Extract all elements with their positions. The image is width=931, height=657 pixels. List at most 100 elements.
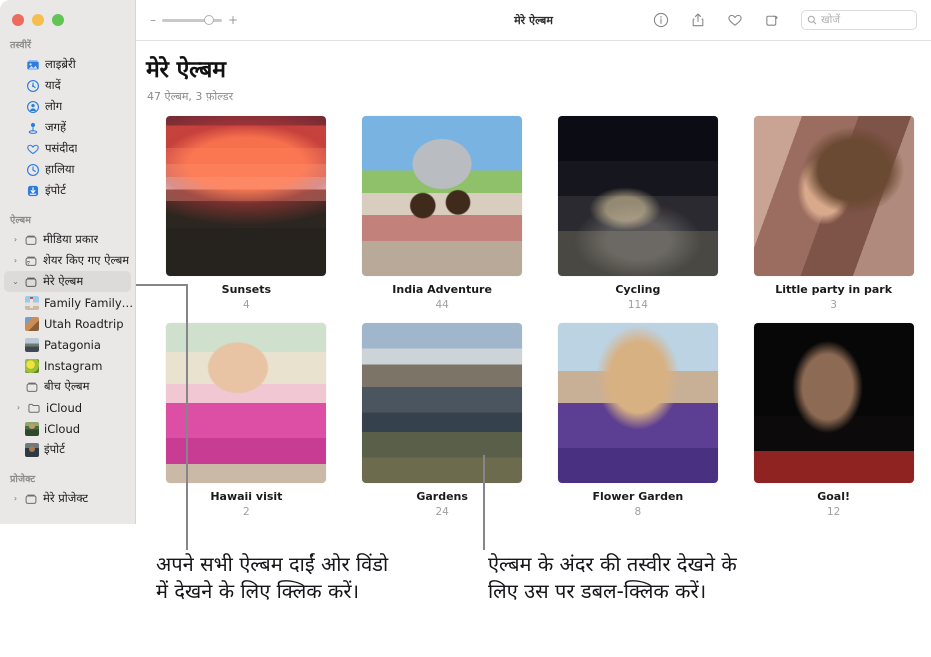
album-cell[interactable]: Gardens 24 [359,323,526,518]
leader-line-vertical-sidebar [186,284,188,550]
chevron-right-icon[interactable]: › [13,403,24,412]
sidebar-item-label: हालिया [45,162,75,176]
album-cell[interactable]: Cycling 114 [555,116,722,311]
sidebar-item-label: बीच ऐल्बम [44,379,90,393]
content-area: मेरे ऐल्बम 47 ऐल्बम, 3 फ़ोल्डर Sunsets 4… [137,41,931,524]
album-box-icon [21,233,40,247]
thumbnail-size-slider[interactable]: – + [150,14,238,26]
search-input[interactable]: खोजें [801,10,917,30]
sidebar-item-label: शेयर किए गए ऐल्बम [43,253,130,267]
album-thumbnail[interactable] [166,116,327,276]
sidebar-item-label: मेरे प्रोजेक्ट [43,491,89,505]
album-count: 114 [627,299,648,311]
memories-icon [23,79,42,93]
album-box-icon [21,275,40,289]
album-name: Flower Garden [592,490,684,503]
rotate-icon[interactable] [764,12,780,28]
album-count: 3 [830,299,837,311]
leader-line-vertical-thumbnail [483,455,485,550]
album-box-icon [22,380,41,394]
sidebar-item-places[interactable]: जगहें [0,117,135,138]
album-thumbnail[interactable] [557,116,718,276]
close-button[interactable] [12,14,24,26]
album-grid: Sunsets 4 India Adventure 44 Cycling 114… [163,116,917,518]
album-name: Sunsets [221,283,272,296]
sidebar-item-my-albums[interactable]: ⌄ मेरे ऐल्बम [4,271,131,292]
album-thumbnail[interactable] [362,323,523,483]
album-thumbnail[interactable] [753,116,914,276]
sidebar-item-people[interactable]: लोग [0,96,135,117]
favorite-heart-icon[interactable] [727,12,743,28]
album-cell[interactable]: Goal! 12 [750,323,917,518]
sidebar-item-family-family[interactable]: Family Family… [0,292,135,313]
album-box-icon [21,492,40,506]
sidebar-item-label: इंपोर्ट [44,442,65,456]
share-icon[interactable] [690,12,706,28]
album-cell[interactable]: Sunsets 4 [163,116,330,311]
sidebar-item-instagram[interactable]: Instagram [0,355,135,376]
sidebar-section-albums-header: ऐल्बम [10,215,32,226]
sidebar-item-label: iCloud [44,421,81,436]
sidebar-item-label: लाइब्रेरी [45,57,76,71]
album-cell[interactable]: India Adventure 44 [359,116,526,311]
chevron-right-icon[interactable]: › [10,256,21,265]
album-cell[interactable]: Flower Garden 8 [555,323,722,518]
album-name: Gardens [416,490,468,503]
zoom-in-icon[interactable]: + [228,14,238,26]
album-name: Hawaii visit [210,490,283,503]
recents-clock-icon [23,163,42,177]
sidebar-item-library[interactable]: लाइब्रेरी [0,54,135,75]
sidebar-item-shared-albums[interactable]: › शेयर किए गए ऐल्बम [0,250,135,271]
sidebar-item-label: मीडिया प्रकार [43,232,99,246]
callout-thumbnail: ऐल्बम के अंदर की तस्वीर देखने के लिए उस … [488,552,737,603]
leader-line-horizontal-sidebar [136,284,188,286]
chevron-right-icon[interactable]: › [10,235,21,244]
album-thumb-icon [22,337,41,352]
heart-icon [23,142,42,156]
minimize-button[interactable] [32,14,44,26]
sidebar-item-label: लोग [45,99,63,113]
sidebar-section-projects-header: प्रोजेक्ट [10,474,36,485]
sidebar-item-import[interactable]: इंपोर्ट [0,180,135,201]
zoom-button[interactable] [52,14,64,26]
album-count: 12 [826,506,841,518]
sidebar-item-utah-roadtrip[interactable]: Utah Roadtrip [0,313,135,334]
sidebar: तस्वीरें लाइब्रेरी यादें लोग जगहें पसंदी… [0,0,136,524]
page-subtitle: 47 ऐल्बम, 3 फ़ोल्डर [147,90,234,103]
search-icon [807,15,817,25]
album-thumbnail[interactable] [166,323,327,483]
sidebar-item-patagonia[interactable]: Patagonia [0,334,135,355]
sidebar-item-honeymoon[interactable]: › iCloud [0,397,135,418]
album-thumbnail[interactable] [753,323,914,483]
album-thumbnail[interactable] [362,116,523,276]
slider-knob[interactable] [204,14,214,25]
sidebar-item-label: Instagram [44,358,103,373]
zoom-out-icon[interactable]: – [150,14,156,26]
search-placeholder: खोजें [821,14,841,26]
sidebar-item-favorites[interactable]: पसंदीदा [0,138,135,159]
sidebar-item-my-projects[interactable]: › मेरे प्रोजेक्ट [0,488,135,509]
album-thumbnail[interactable] [557,323,718,483]
sidebar-item-label: Patagonia [44,337,101,352]
sidebar-item-memories[interactable]: यादें [0,75,135,96]
album-cell[interactable]: Hawaii visit 2 [163,323,330,518]
traffic-lights [12,14,64,26]
sidebar-item-label: iCloud [46,400,83,415]
slider-track[interactable] [162,14,222,25]
page-title: मेरे ऐल्बम [146,57,226,83]
chevron-right-icon[interactable]: › [10,494,21,503]
album-name: Goal! [817,490,851,503]
sidebar-item-import-album[interactable]: इंपोर्ट [0,439,135,460]
album-thumb-icon [22,316,41,331]
sidebar-item-icloud[interactable]: iCloud [0,418,135,439]
photos-window: तस्वीरें लाइब्रेरी यादें लोग जगहें पसंदी… [0,0,931,524]
sidebar-item-media-types[interactable]: › मीडिया प्रकार [0,229,135,250]
chevron-down-icon[interactable]: ⌄ [10,277,21,286]
folder-icon [24,401,43,415]
info-icon[interactable] [653,12,669,28]
sidebar-item-beach-album[interactable]: बीच ऐल्बम [0,376,135,397]
sidebar-item-label: मेरे ऐल्बम [43,274,84,288]
album-cell[interactable]: Little party in park 3 [750,116,917,311]
sidebar-item-recents[interactable]: हालिया [0,159,135,180]
album-count: 8 [634,506,642,518]
